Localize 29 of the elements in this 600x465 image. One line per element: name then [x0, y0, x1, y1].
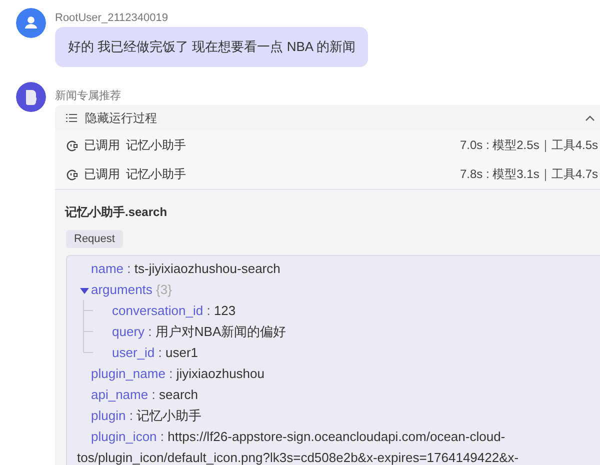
- call-timing: 7.0s : 模型2.5s｜工具4.5s: [460, 137, 598, 154]
- json-field: plugin : 记忆小助手: [77, 405, 535, 426]
- field-key: arguments: [91, 282, 152, 297]
- bot-avatar: [16, 82, 46, 112]
- json-field: plugin_name : jiyixiaozhushou: [77, 363, 535, 384]
- json-field: api_name : search: [77, 384, 535, 405]
- json-field: query : 用户对NBA新闻的偏好: [77, 321, 535, 342]
- call-timing: 7.8s : 模型3.1s｜工具4.7s: [460, 166, 598, 183]
- list-icon: [66, 113, 77, 123]
- caret-icon[interactable]: [80, 288, 89, 294]
- user-name: RootUser_2112340019: [55, 11, 169, 25]
- json-field: name : ts-jiyixiaozhushou-search: [77, 258, 535, 279]
- bot-name: 新闻专属推荐: [55, 89, 122, 103]
- json-field: plugin_icon : https://lf26-appstore-sign.oceancloudapi.com/ocean-cloud-tos/plugin_icon/default_icon.png?lk3s=cd508e2b&x-expires=1764149422&x-: [77, 426, 535, 465]
- process-toggle[interactable]: 隐藏运行过程: [55, 105, 600, 131]
- json-field: user_id : user1: [77, 342, 535, 363]
- tool-call-icon: [66, 140, 78, 152]
- tool-name: 记忆小助手: [126, 166, 186, 183]
- user-message: 好的 我已经做完饭了 现在想要看一点 NBA 的新闻: [55, 27, 368, 67]
- item-count: {3}: [156, 282, 172, 297]
- user-avatar: [16, 8, 46, 38]
- request-tab[interactable]: Request: [66, 230, 123, 248]
- call-label: 已调用: [84, 137, 120, 154]
- call-label: 已调用: [84, 166, 120, 183]
- detail-title: 记忆小助手.search: [64, 204, 168, 221]
- chevron-icon: [585, 115, 595, 121]
- tool-name: 记忆小助手: [126, 137, 186, 154]
- tool-call-icon: [66, 168, 78, 180]
- json-field: conversation_id : 123: [77, 300, 535, 321]
